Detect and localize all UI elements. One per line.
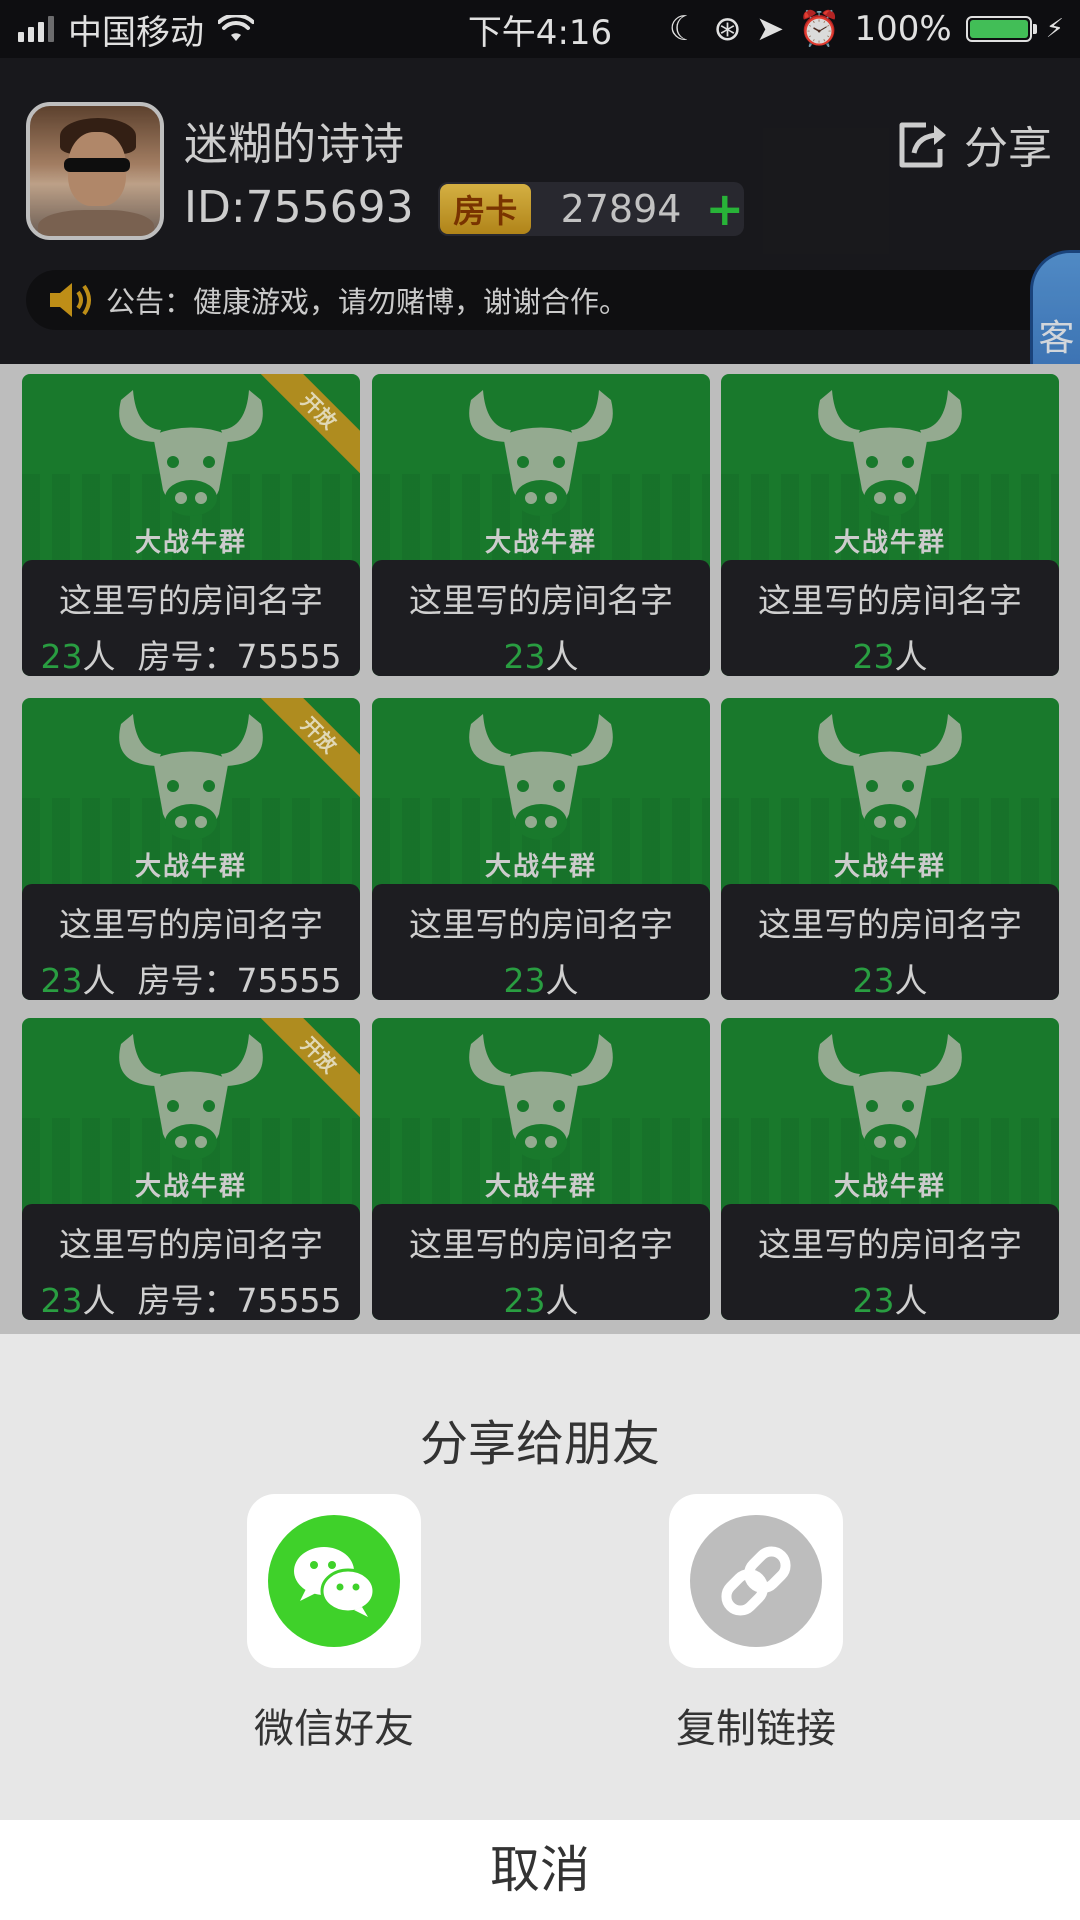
share-wechat-button[interactable]: 微信好友	[244, 1494, 424, 1754]
wechat-icon	[268, 1515, 400, 1647]
copy-link-label: 复制链接	[676, 1706, 836, 1752]
copy-link-button[interactable]: 复制链接	[666, 1494, 846, 1754]
share-wechat-label: 微信好友	[254, 1706, 414, 1752]
share-sheet: 分享给朋友 微信好友 复制链接	[0, 1334, 1080, 1820]
cancel-button[interactable]: 取消	[0, 1820, 1080, 1920]
share-sheet-title: 分享给朋友	[419, 1416, 660, 1472]
link-icon	[690, 1515, 822, 1647]
dim-overlay[interactable]	[0, 0, 1080, 1334]
